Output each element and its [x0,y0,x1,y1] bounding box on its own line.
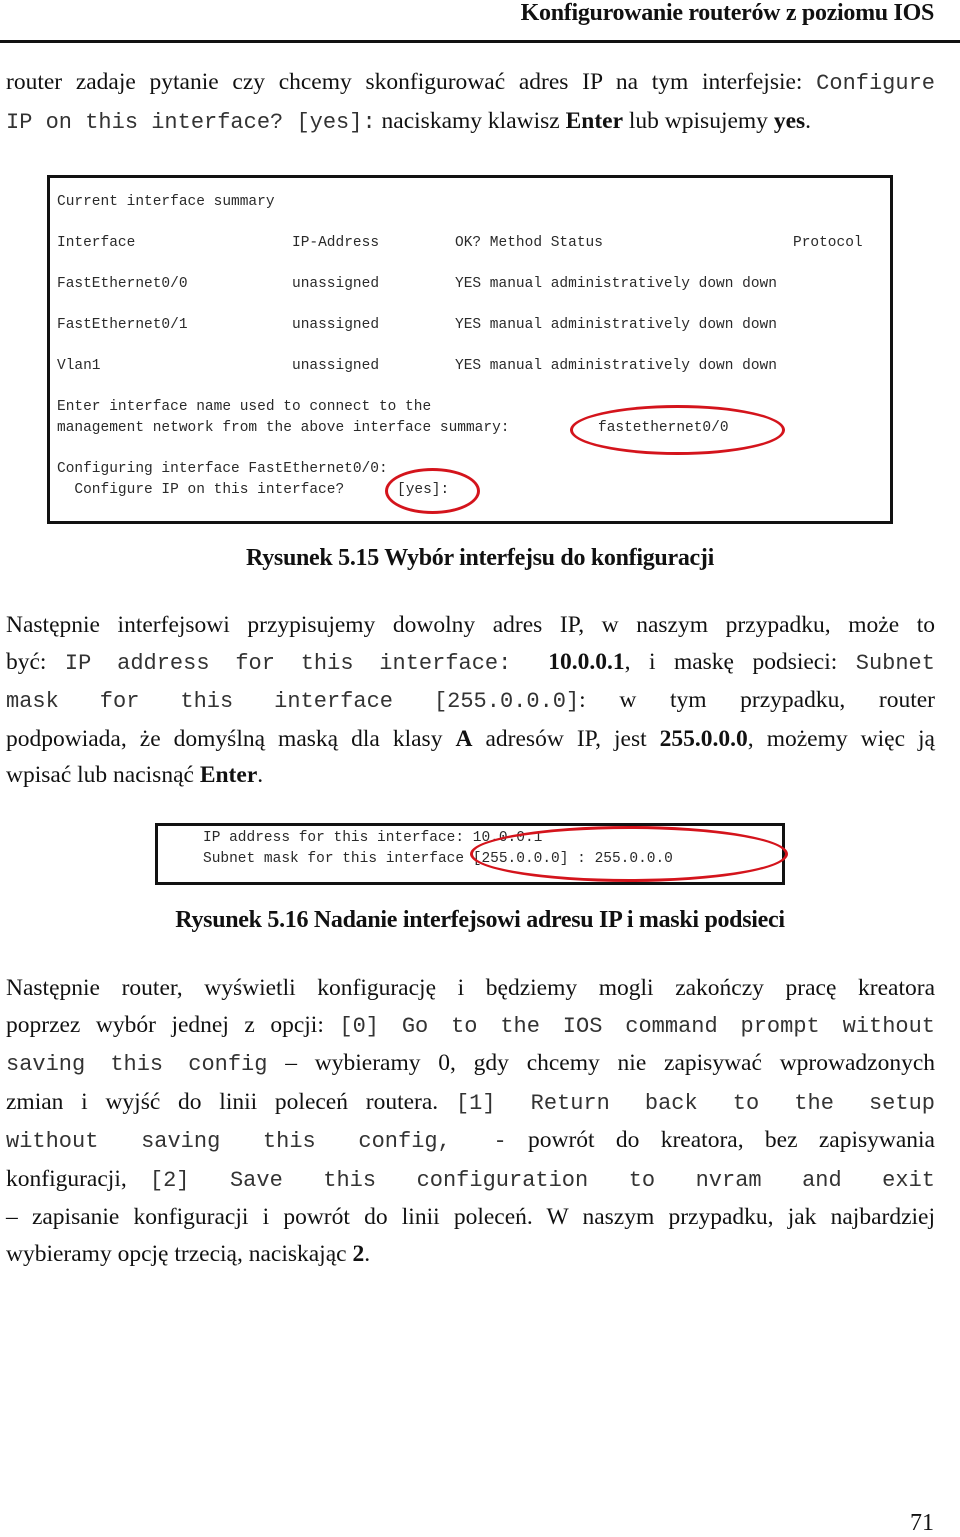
highlight-ellipse-ip-mask [470,826,788,882]
table-row-interface: FastEthernet0/1 [57,317,188,333]
paragraph-finish-wizard: Następnie router, wyświetli konfigurację… [6,970,935,1272]
text: – wybieramy 0, gdy chcemy nie zapisywać … [267,1050,935,1076]
table-row-ip: unassigned [292,358,380,374]
highlight-ellipse-yes [385,468,480,514]
paragraph-line: IP on this interface? [yes]: naciskamy k… [6,103,935,142]
terminal-line-configuring: Configuring interface FastEthernet0/0: [57,461,388,477]
paragraph-intro: router zadaje pytanie czy chcemy skonfig… [6,64,935,141]
code-text: IP on this interface? [yes]: [6,109,376,135]
paragraph-line: Następnie interfejsowi przypisujemy dowo… [6,607,935,644]
terminal-line-management-network: management network from the above interf… [57,420,510,436]
table-row-status: YES manual administratively down down [455,358,777,374]
bold-text: 2 [352,1240,365,1267]
paragraph-line: – zapisanie konfiguracji i powrót do lin… [6,1199,935,1236]
column-header-interface: Interface [57,235,136,251]
bold-text: A [455,725,473,752]
text: podpowiada, że domyślną maską dla klasy [6,725,456,752]
code-text: without saving this config, - [6,1129,507,1154]
column-header-ok-method-status: OK? Method Status [455,235,603,251]
text: naciskamy klawisz [375,107,566,134]
column-header-ip-address: IP-Address [292,235,380,251]
paragraph-line: poprzez wybór jednej z opcji: [0] Go to … [6,1007,935,1046]
code-text: [0] Go to the IOS command prompt without [339,1013,935,1039]
paragraph-line: podpowiada, że domyślną maską dla klasy … [6,721,935,758]
bold-text: yes [773,107,806,134]
text: konfiguracji, [6,1165,150,1192]
running-header: Konfigurowanie routerów z poziomu IOS [520,0,935,26]
code-text: mask for this interface [255.0.0.0] [6,689,580,714]
highlight-ellipse-interface [570,405,785,455]
bold-text: 255.0.0.0 [659,725,748,752]
text: Następnie interfejsowi przypisujemy dowo… [6,612,935,638]
header-rule [0,40,960,43]
text: Następnie router, wyświetli konfigurację… [6,975,935,1001]
table-row-status: YES manual administratively down down [455,276,777,292]
code-text: [1] Return back to the setup [455,1090,935,1116]
paragraph-line: być: IP address for this interface: 10.0… [6,644,935,683]
text: poprzez wybór jednej z opcji: [6,1011,340,1038]
text: adresów IP, jest [472,725,660,752]
text: router zadaje pytanie czy chcemy skonfig… [6,69,817,95]
paragraph-line: konfiguracji, [2] Save this configuratio… [6,1161,935,1200]
paragraph-line: Następnie router, wyświetli konfigurację… [6,970,935,1007]
text: . [257,762,264,788]
code-text: IP address for this interface: [64,650,512,676]
paragraph-line: wpisać lub nacisnąć Enter. [6,757,935,794]
text: – zapisanie konfiguracji i powrót do lin… [6,1204,935,1230]
bold-text: 10.0.0.1 [548,648,625,675]
bold-text: Enter [199,762,258,788]
figure-caption-5-15: Rysunek 5.15 Wybór interfejsu do konfigu… [246,545,714,571]
text: zmian i wyjść do linii poleceń routera. [6,1088,456,1115]
paragraph-line: zmian i wyjść do linii poleceń routera. … [6,1084,935,1123]
terminal-line-configure-ip: Configure IP on this interface? [57,482,345,498]
text: wybieramy opcję trzecią, naciskając [6,1240,353,1267]
terminal-line-enter-interface: Enter interface name used to connect to … [57,399,432,415]
figure-caption-5-16: Rysunek 5.16 Nadanie interfejsowi adresu… [175,907,785,933]
table-row-interface: Vlan1 [57,358,101,374]
text: wpisać lub nacisnąć [6,762,200,788]
paragraph-line: router zadaje pytanie czy chcemy skonfig… [6,64,935,103]
table-row-ip: unassigned [292,276,380,292]
code-text: saving this config [6,1052,268,1077]
paragraph-line: mask for this interface [255.0.0.0]: w t… [6,682,935,721]
page-number: 71 [910,1510,934,1536]
table-row-ip: unassigned [292,317,380,333]
text: być: [6,648,65,675]
paragraph-line: wybieramy opcję trzecią, naciskając 2. [6,1236,935,1273]
code-text: Configure [816,71,935,96]
table-row-interface: FastEthernet0/0 [57,276,188,292]
figure-terminal-ip-mask: IP address for this interface: 10.0.0.1 … [155,823,788,885]
code-text: [2] Save this configuration to nvram and… [149,1167,935,1193]
text: powrót do kreatora, bez zapisywania [506,1127,935,1153]
table-row-status: YES manual administratively down down [455,317,777,333]
text: , i maskę podsieci: [624,648,856,675]
text: lub wpisujemy [623,107,774,134]
bold-text: Enter [565,107,624,134]
text: . [364,1240,371,1267]
paragraph-ip-address: Następnie interfejsowi przypisujemy dowo… [6,607,935,794]
figure-terminal-interface-summary: Current interface summary Interface IP-A… [47,175,893,524]
text: , możemy więc ją [747,725,935,752]
text: . [805,107,812,134]
column-header-protocol: Protocol [793,235,863,251]
paragraph-line: without saving this config, - powrót do … [6,1122,935,1161]
text: : w tym przypadku, router [579,687,935,713]
terminal-line-summary: Current interface summary [57,194,275,210]
code-text: Subnet [855,650,935,676]
paragraph-line: saving this config – wybieramy 0, gdy ch… [6,1045,935,1084]
